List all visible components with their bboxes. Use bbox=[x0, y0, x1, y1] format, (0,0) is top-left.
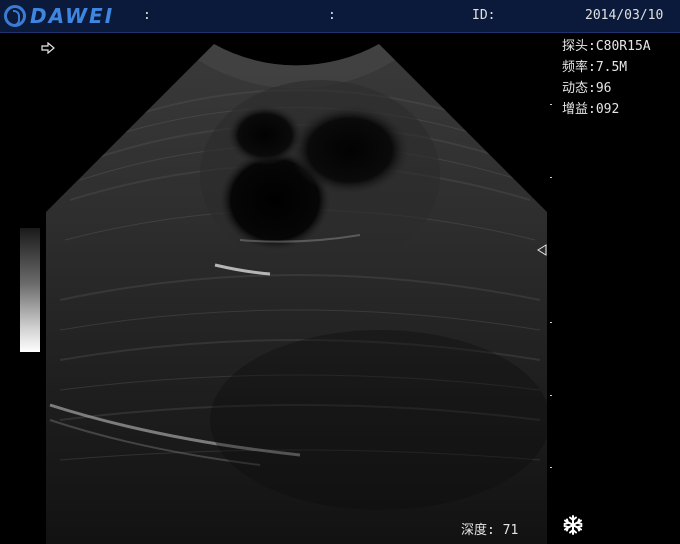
snowflake-freeze-icon[interactable] bbox=[562, 514, 584, 536]
depth-scale bbox=[550, 104, 552, 468]
gain-value: 增益:092 bbox=[562, 102, 620, 117]
imaging-parameters: 探头:C80R15A 频率:7.5M 动态:96 增益:092 bbox=[562, 36, 651, 120]
frequency-value: 频率:7.5M bbox=[562, 60, 628, 75]
grayscale-bar bbox=[20, 228, 40, 352]
probe-value: 探头:C80R15A bbox=[562, 39, 651, 54]
focus-marker-icon bbox=[537, 244, 547, 256]
depth-readout: 深度: 71 bbox=[461, 523, 519, 538]
dynamic-range-value: 动态:96 bbox=[562, 81, 612, 96]
